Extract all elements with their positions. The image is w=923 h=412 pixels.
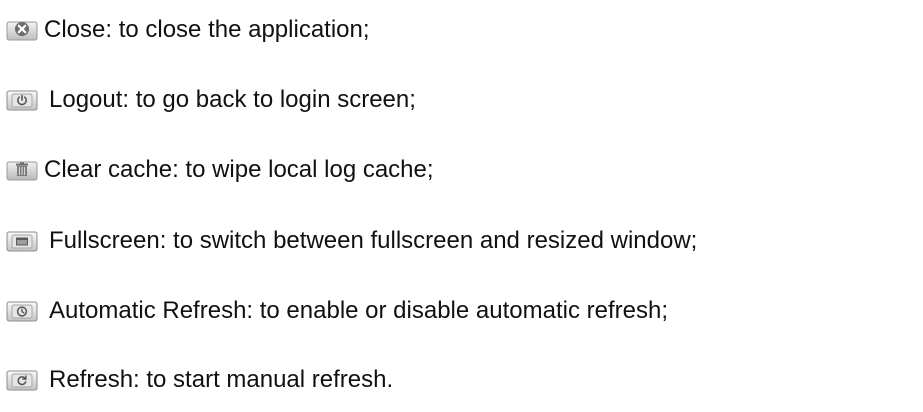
refresh-icon xyxy=(6,369,40,391)
legend-item-label: Fullscreen: to switch between fullscreen… xyxy=(49,227,698,254)
legend-item-refresh: Refresh: to start manual refresh. xyxy=(6,360,393,400)
legend-item-logout: Logout: to go back to login screen; xyxy=(6,80,416,120)
clock-icon xyxy=(6,300,40,322)
legend-item-clear-cache: Clear cache: to wipe local log cache; xyxy=(6,150,434,190)
close-icon xyxy=(6,19,40,41)
legend-item-label: Refresh: to start manual refresh. xyxy=(49,366,394,393)
window-icon xyxy=(6,230,40,252)
legend-item-label: Close: to close the application; xyxy=(44,16,370,43)
legend-item-close: Close: to close the application; xyxy=(6,10,370,50)
power-icon xyxy=(6,89,40,111)
legend-item-fullscreen: Fullscreen: to switch between fullscreen… xyxy=(6,221,697,261)
legend-item-label: Logout: to go back to login screen; xyxy=(49,86,416,113)
trash-icon xyxy=(6,159,40,181)
legend-item-label: Automatic Refresh: to enable or disable … xyxy=(49,297,668,324)
legend-item-automatic-refresh: Automatic Refresh: to enable or disable … xyxy=(6,291,668,331)
legend-item-label: Clear cache: to wipe local log cache; xyxy=(44,156,434,183)
